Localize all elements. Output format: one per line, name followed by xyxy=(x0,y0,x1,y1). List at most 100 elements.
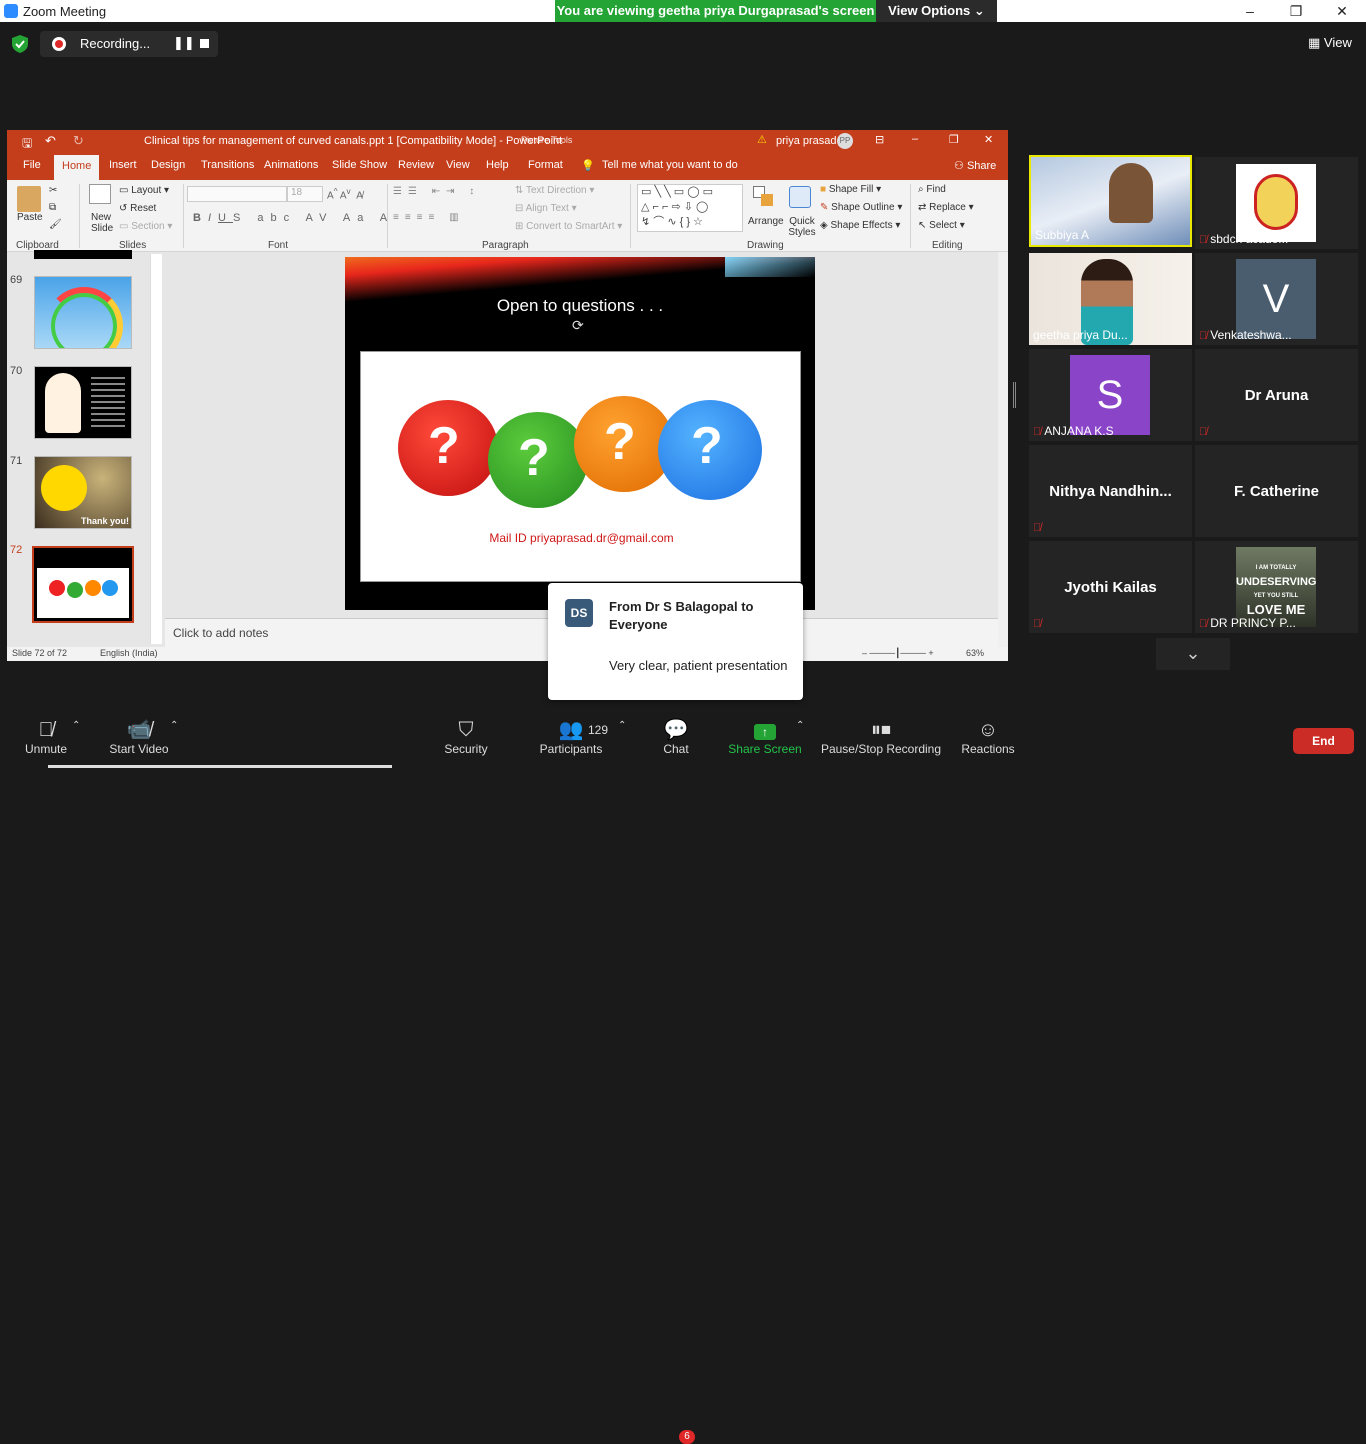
thumbnail-scrollbar[interactable] xyxy=(150,254,162,644)
viewing-screen-banner: You are viewing geetha priya Durgaprasad… xyxy=(555,0,876,22)
ppt-share-button[interactable]: ⚇ Share xyxy=(954,159,996,172)
new-slide-button[interactable]: New Slide xyxy=(91,212,121,234)
slide-heading[interactable]: Open to questions . . . xyxy=(345,296,815,316)
convert-smartart-button[interactable]: ⊞ Convert to SmartArt ▾ xyxy=(515,221,622,232)
tab-view[interactable]: View xyxy=(446,159,470,171)
audio-options-caret[interactable]: ⌃ xyxy=(72,720,80,731)
find-button[interactable]: ⌕ Find xyxy=(918,184,946,195)
video-options-caret[interactable]: ⌃ xyxy=(170,720,178,731)
undo-icon[interactable]: ↶ xyxy=(45,133,56,149)
restore-button[interactable]: ❐ xyxy=(1273,0,1319,22)
zoom-percentage[interactable]: 63% xyxy=(966,648,984,658)
reactions-button[interactable]: ☺ Reactions xyxy=(958,712,1018,756)
layout-button[interactable]: ▭ Layout ▾ xyxy=(119,185,169,196)
ribbon-display-icon[interactable]: ⊟ xyxy=(875,133,884,146)
section-button[interactable]: ▭ Section ▾ xyxy=(119,221,172,232)
align-buttons[interactable]: ≡≡≡≡ ▥ xyxy=(393,212,465,223)
slide-thumbnail-68[interactable] xyxy=(34,250,132,259)
unmute-button[interactable]: 🎙̸ Unmute xyxy=(18,712,74,756)
slide-mail-id[interactable]: Mail ID priyaprasad.dr@gmail.com xyxy=(361,531,802,545)
participant-tile[interactable]: 🎙̸ sbdch acade... xyxy=(1195,157,1358,249)
cut-icon[interactable]: ✂ xyxy=(49,185,57,196)
font-name-box[interactable] xyxy=(187,186,287,202)
slide-vertical-scrollbar[interactable] xyxy=(998,252,1008,647)
new-slide-icon[interactable] xyxy=(89,184,111,204)
quick-styles-button[interactable]: Quick Styles xyxy=(786,216,818,238)
participant-tile[interactable]: Subbiya A xyxy=(1029,155,1192,247)
tab-design[interactable]: Design xyxy=(151,159,185,171)
slide-thumbnail-69[interactable] xyxy=(34,276,132,349)
panel-resize-handle[interactable] xyxy=(1013,382,1016,408)
tab-animations[interactable]: Animations xyxy=(264,159,318,171)
shape-outline-button[interactable]: ✎ Shape Outline ▾ xyxy=(820,202,902,213)
tab-transitions[interactable]: Transitions xyxy=(201,159,254,171)
close-button[interactable]: ✕ xyxy=(1319,0,1365,22)
minimize-button[interactable]: – xyxy=(1227,0,1273,22)
font-size-controls[interactable]: A^ Av A̸ xyxy=(327,186,363,201)
participant-tile[interactable]: S 🎙̸ ANJANA K.S xyxy=(1029,349,1192,441)
share-screen-button[interactable]: ↑ Share Screen xyxy=(728,712,802,756)
list-buttons[interactable]: ☰☰ ⇤⇥ ↕ xyxy=(393,186,480,197)
rotate-handle-icon[interactable]: ⟳ xyxy=(572,317,584,334)
shapes-gallery[interactable]: ▭ ╲ ╲ ▭ ◯ ▭ △ ⌐ ⌐ ⇨ ⇩ ◯ ↯ ⌒ ∿ { } ☆ xyxy=(637,184,743,232)
format-painter-icon[interactable]: 🖌 xyxy=(49,219,62,230)
tell-me-search[interactable]: Tell me what you want to do xyxy=(602,159,738,171)
font-size-box[interactable]: 18 xyxy=(287,186,323,202)
ppt-close-button[interactable]: ✕ xyxy=(984,133,993,146)
pause-stop-recording-button[interactable]: ⏸⏹ Pause/Stop Recording xyxy=(818,712,944,756)
slide-thumbnail-70[interactable] xyxy=(34,366,132,439)
reset-button[interactable]: ↺ Reset xyxy=(119,203,156,214)
selected-picture[interactable]: ? ? ? ? Mail ID priyaprasad.dr@gmail.com xyxy=(360,351,801,582)
stop-recording-icon[interactable] xyxy=(200,39,209,48)
participant-tile[interactable]: Nithya Nandhin... 🎙̸ xyxy=(1029,445,1192,537)
ppt-restore-button[interactable]: ❐ xyxy=(949,133,959,146)
slide-thumbnail-71[interactable]: Thank you! xyxy=(34,456,132,529)
participant-tile[interactable]: Jyothi Kailas 🎙̸ xyxy=(1029,541,1192,633)
redo-icon[interactable]: ↻ xyxy=(73,133,84,149)
text-direction-button[interactable]: ⇅ Text Direction ▾ xyxy=(515,185,594,196)
warning-icon: ⚠ xyxy=(757,134,767,146)
security-button[interactable]: ⛉ Security xyxy=(440,712,492,756)
zoom-slider[interactable]: – ────┃──── + xyxy=(862,648,934,659)
tab-review[interactable]: Review xyxy=(398,159,434,171)
paste-button[interactable]: Paste xyxy=(17,212,43,223)
ppt-user-avatar[interactable]: PP xyxy=(837,133,853,149)
replace-icon: ⇄ xyxy=(918,202,927,213)
chat-notification-popup[interactable]: DS From Dr S Balagopal to Everyone Very … xyxy=(548,583,803,700)
paste-icon[interactable] xyxy=(17,186,41,212)
arrange-icon[interactable] xyxy=(753,186,775,208)
view-button[interactable]: ▦ View xyxy=(1308,35,1352,51)
tab-insert[interactable]: Insert xyxy=(109,159,137,171)
start-video-button[interactable]: 📹̸ Start Video xyxy=(105,712,173,756)
tab-slide-show[interactable]: Slide Show xyxy=(332,159,387,171)
record-icon xyxy=(52,37,66,51)
pause-recording-icon[interactable]: ❚❚ xyxy=(173,35,195,51)
tab-home[interactable]: Home xyxy=(54,155,100,180)
share-options-caret[interactable]: ⌃ xyxy=(796,720,804,731)
select-button[interactable]: ↖ Select ▾ xyxy=(918,220,965,231)
tab-format[interactable]: Format xyxy=(528,159,563,171)
arrange-button[interactable]: Arrange xyxy=(748,216,784,227)
participant-tile[interactable]: I AM TOTALLY UNDESERVING YET YOU STILL L… xyxy=(1195,541,1358,633)
participant-tile[interactable]: F. Catherine xyxy=(1195,445,1358,537)
copy-icon[interactable]: ⧉ xyxy=(49,202,56,213)
participant-tile[interactable]: geetha priya Du... xyxy=(1029,253,1192,345)
language-status[interactable]: English (India) xyxy=(100,648,158,658)
tab-help[interactable]: Help xyxy=(486,159,509,171)
chat-button[interactable]: 💬 Chat xyxy=(655,712,697,756)
end-meeting-button[interactable]: End xyxy=(1293,728,1354,754)
gallery-next-page-button[interactable]: ⌄ xyxy=(1156,638,1230,670)
participants-options-caret[interactable]: ⌃ xyxy=(618,720,626,731)
tab-file[interactable]: File xyxy=(23,159,41,171)
ppt-minimize-button[interactable]: – xyxy=(912,133,918,145)
replace-button[interactable]: ⇄ Replace ▾ xyxy=(918,202,974,213)
participant-tile[interactable]: V 🎙̸ Venkateshwa... xyxy=(1195,253,1358,345)
shape-effects-button[interactable]: ◈ Shape Effects ▾ xyxy=(820,220,900,231)
slide-thumbnail-72-selected[interactable] xyxy=(32,546,134,623)
shape-fill-button[interactable]: ■ Shape Fill ▾ xyxy=(820,184,881,195)
view-options-button[interactable]: View Options ⌄ xyxy=(876,0,997,22)
participant-tile[interactable]: Dr Aruna 🎙̸ xyxy=(1195,349,1358,441)
font-format-buttons[interactable]: BIUS abc AV Aa A xyxy=(193,212,394,224)
quick-styles-icon[interactable] xyxy=(789,186,811,208)
align-text-button[interactable]: ⊟ Align Text ▾ xyxy=(515,203,577,214)
